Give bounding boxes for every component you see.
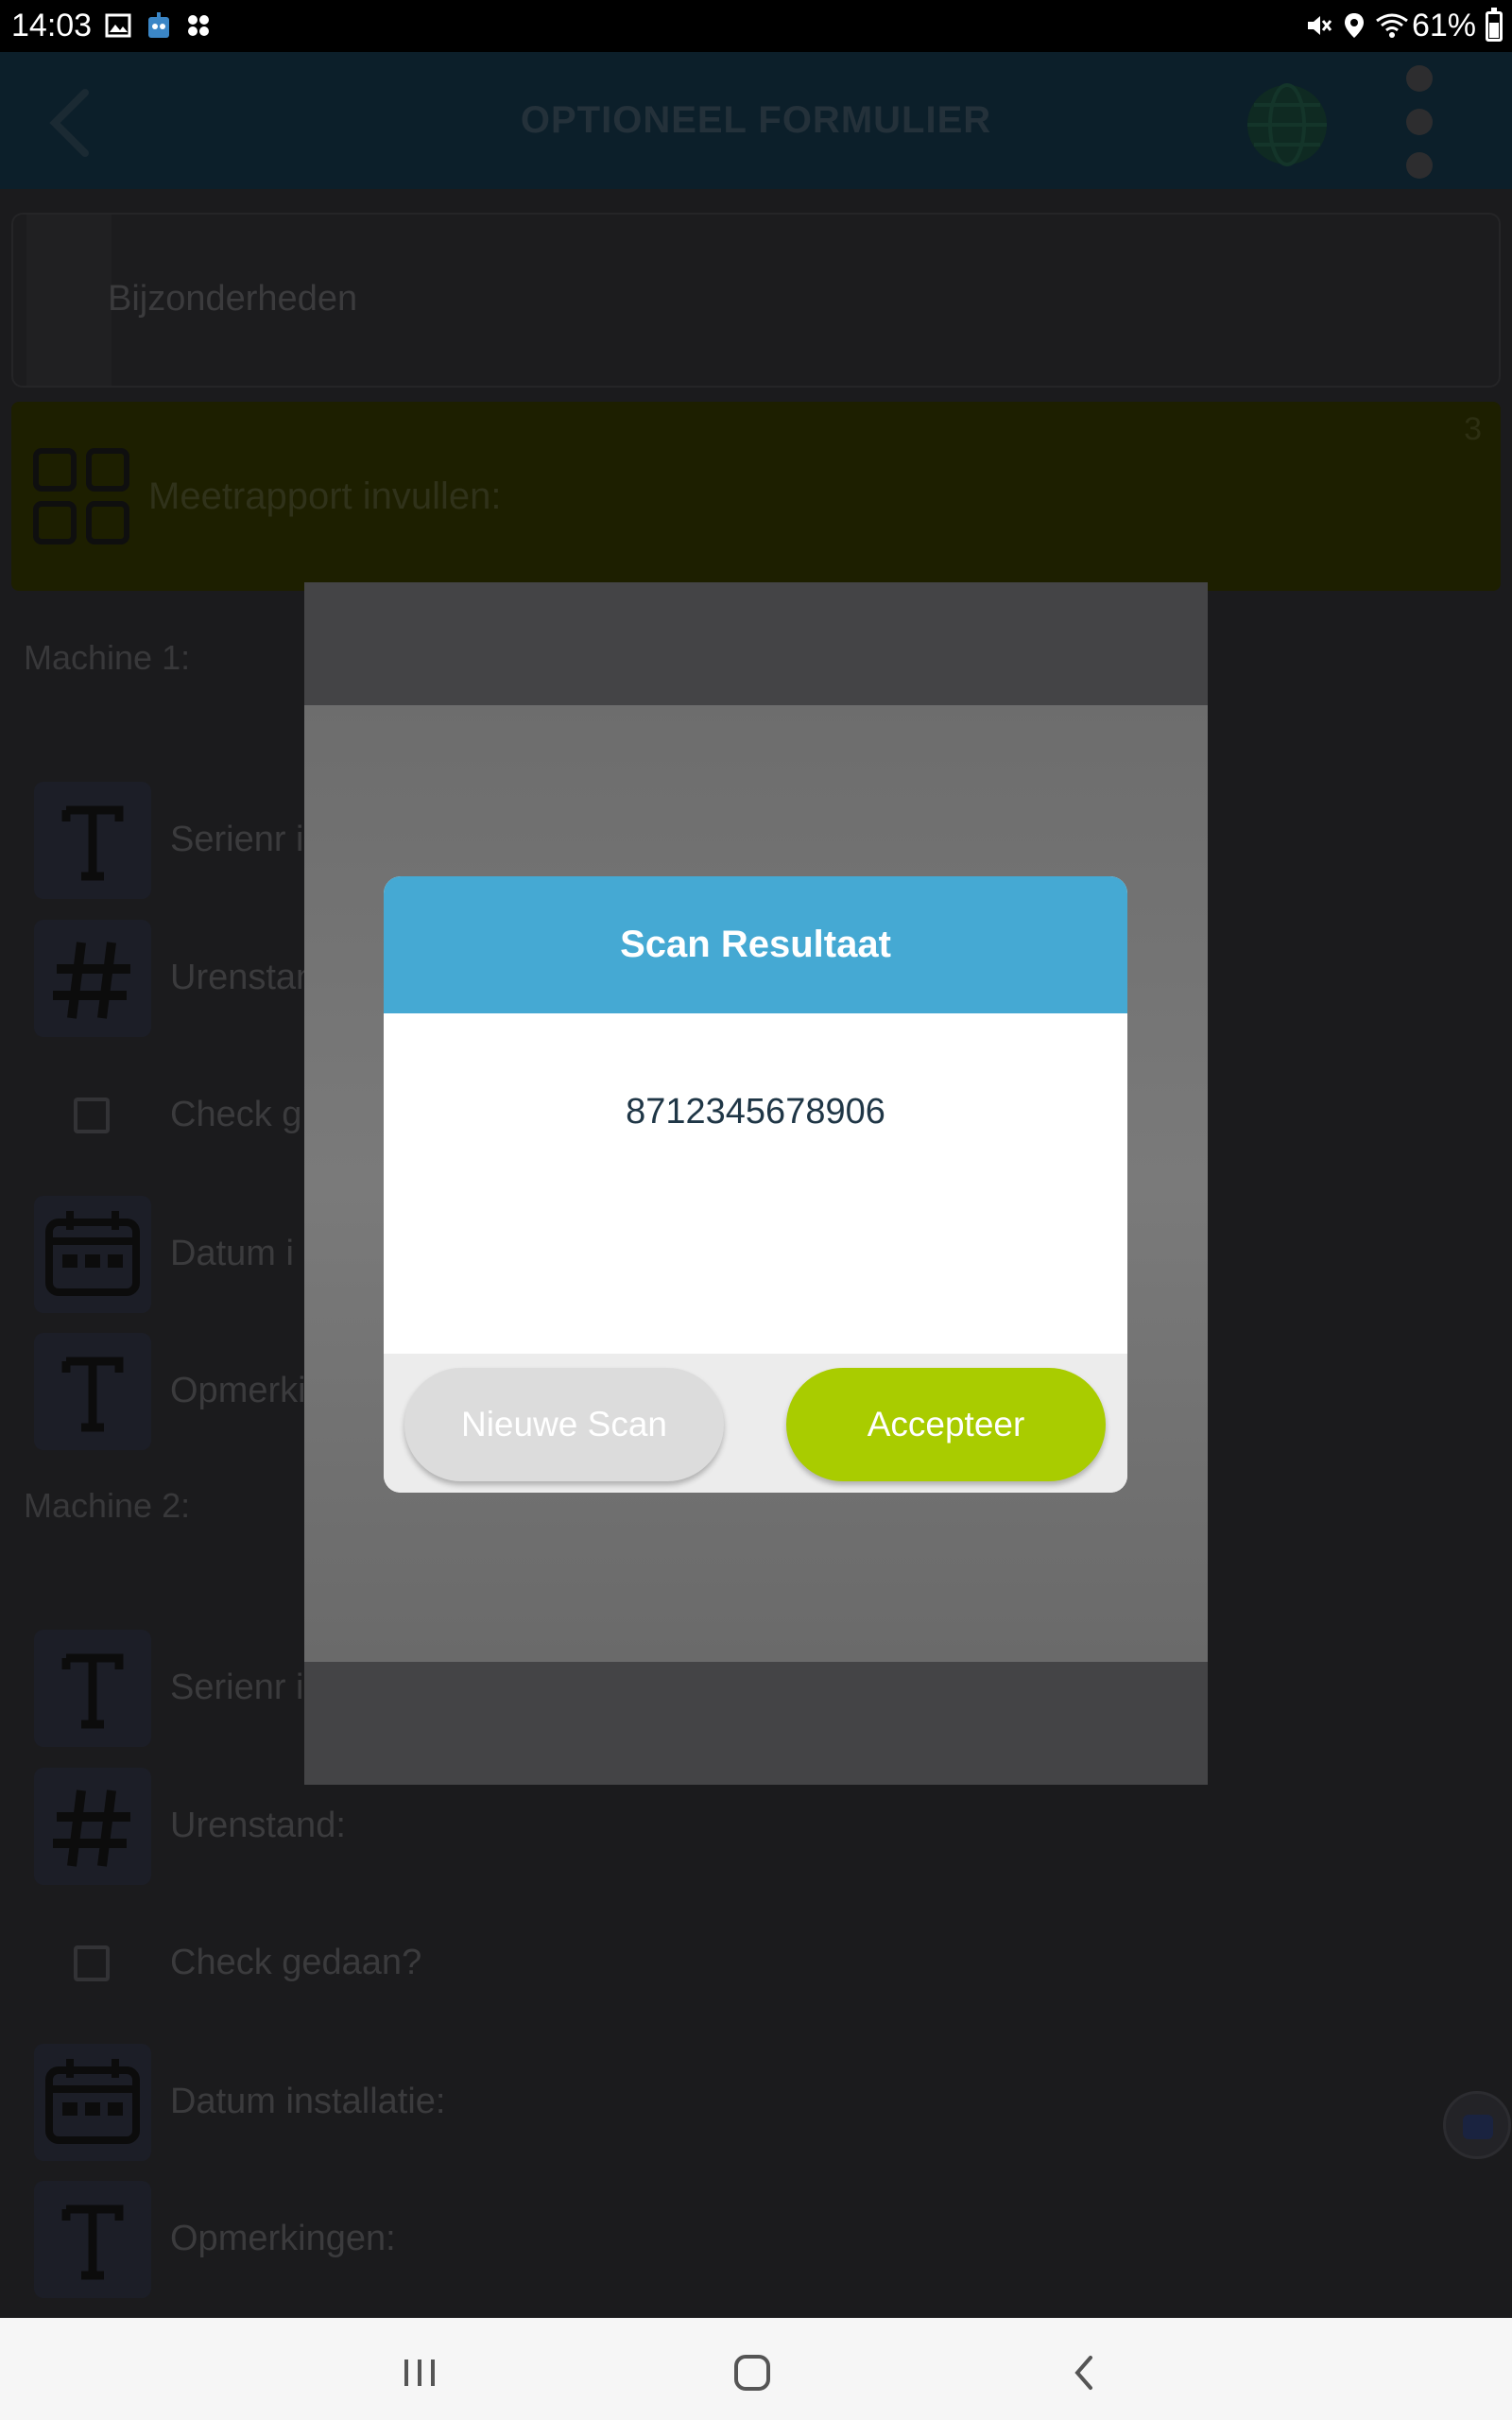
machine-section-title: Machine 1: bbox=[24, 638, 191, 677]
field-label-checkbox[interactable]: Check g bbox=[170, 1095, 301, 1135]
group-label: Meetrapport invullen: bbox=[148, 475, 502, 517]
wifi-icon bbox=[1376, 13, 1408, 38]
text-field-icon bbox=[34, 2181, 151, 2298]
location-icon bbox=[1345, 13, 1364, 38]
chat-fab[interactable] bbox=[1443, 2091, 1511, 2159]
battery-icon bbox=[1486, 8, 1503, 42]
grid-form-icon bbox=[33, 448, 129, 544]
app-bar: OPTIONEEL FORMULIER bbox=[0, 52, 1512, 189]
scan-result-dialog: Scan Resultaat 8712345678906 Nieuwe Scan… bbox=[384, 876, 1127, 1493]
home-icon[interactable] bbox=[724, 2344, 781, 2401]
globe-icon[interactable] bbox=[1243, 80, 1332, 170]
field-label-date[interactable]: Datum i bbox=[170, 1234, 294, 1274]
new-scan-button[interactable]: Nieuwe Scan bbox=[404, 1368, 724, 1481]
machine-section-title: Machine 2: bbox=[24, 1486, 191, 1525]
apps-icon bbox=[188, 15, 209, 36]
text-field-icon bbox=[34, 1333, 151, 1450]
field-label-text[interactable]: Opmerki bbox=[170, 1371, 306, 1411]
field-label-text[interactable]: Serienr i bbox=[170, 820, 304, 860]
notes-label: Bijzonderheden bbox=[108, 279, 358, 319]
hash-icon bbox=[34, 1768, 151, 1885]
accept-button[interactable]: Accepteer bbox=[786, 1368, 1106, 1481]
field-label-number[interactable]: Urenstand: bbox=[170, 1806, 346, 1846]
field-label-checkbox[interactable]: Check gedaan? bbox=[170, 1943, 421, 1983]
battery-percentage: 61% bbox=[1411, 8, 1476, 43]
text-field-icon bbox=[34, 1630, 151, 1747]
calendar-icon bbox=[34, 2044, 151, 2161]
field-label-text[interactable]: Serienr i bbox=[170, 1668, 304, 1708]
checkbox-icon[interactable] bbox=[74, 1945, 110, 1981]
more-vertical-icon[interactable] bbox=[1399, 65, 1440, 179]
field-label-date[interactable]: Datum installatie: bbox=[170, 2082, 445, 2122]
group-count-badge: 3 bbox=[1464, 411, 1482, 447]
dialog-title: Scan Resultaat bbox=[384, 876, 1127, 1013]
hash-icon bbox=[34, 920, 151, 1037]
scan-result-value: 8712345678906 bbox=[626, 1092, 885, 1132]
system-nav-bar bbox=[0, 2318, 1512, 2420]
status-time: 14:03 bbox=[11, 8, 93, 43]
calendar-icon bbox=[34, 1196, 151, 1313]
chat-icon bbox=[1463, 2115, 1493, 2139]
status-bar: 14:03 61% bbox=[0, 0, 1512, 52]
notes-card[interactable]: Bijzonderheden bbox=[11, 213, 1501, 388]
recents-icon[interactable] bbox=[391, 2344, 448, 2401]
gallery-icon bbox=[105, 13, 131, 38]
back-icon[interactable] bbox=[1057, 2344, 1113, 2401]
text-field-icon bbox=[34, 782, 151, 899]
field-label-text[interactable]: Opmerkingen: bbox=[170, 2219, 396, 2259]
field-label-number[interactable]: Urenstan bbox=[170, 958, 316, 998]
robot-app-icon bbox=[148, 12, 169, 38]
mute-icon bbox=[1308, 16, 1332, 35]
measurement-report-card[interactable]: Meetrapport invullen: 3 bbox=[11, 402, 1501, 591]
checkbox-icon[interactable] bbox=[74, 1098, 110, 1133]
dialog-footer: Nieuwe Scan Accepteer bbox=[384, 1354, 1127, 1493]
